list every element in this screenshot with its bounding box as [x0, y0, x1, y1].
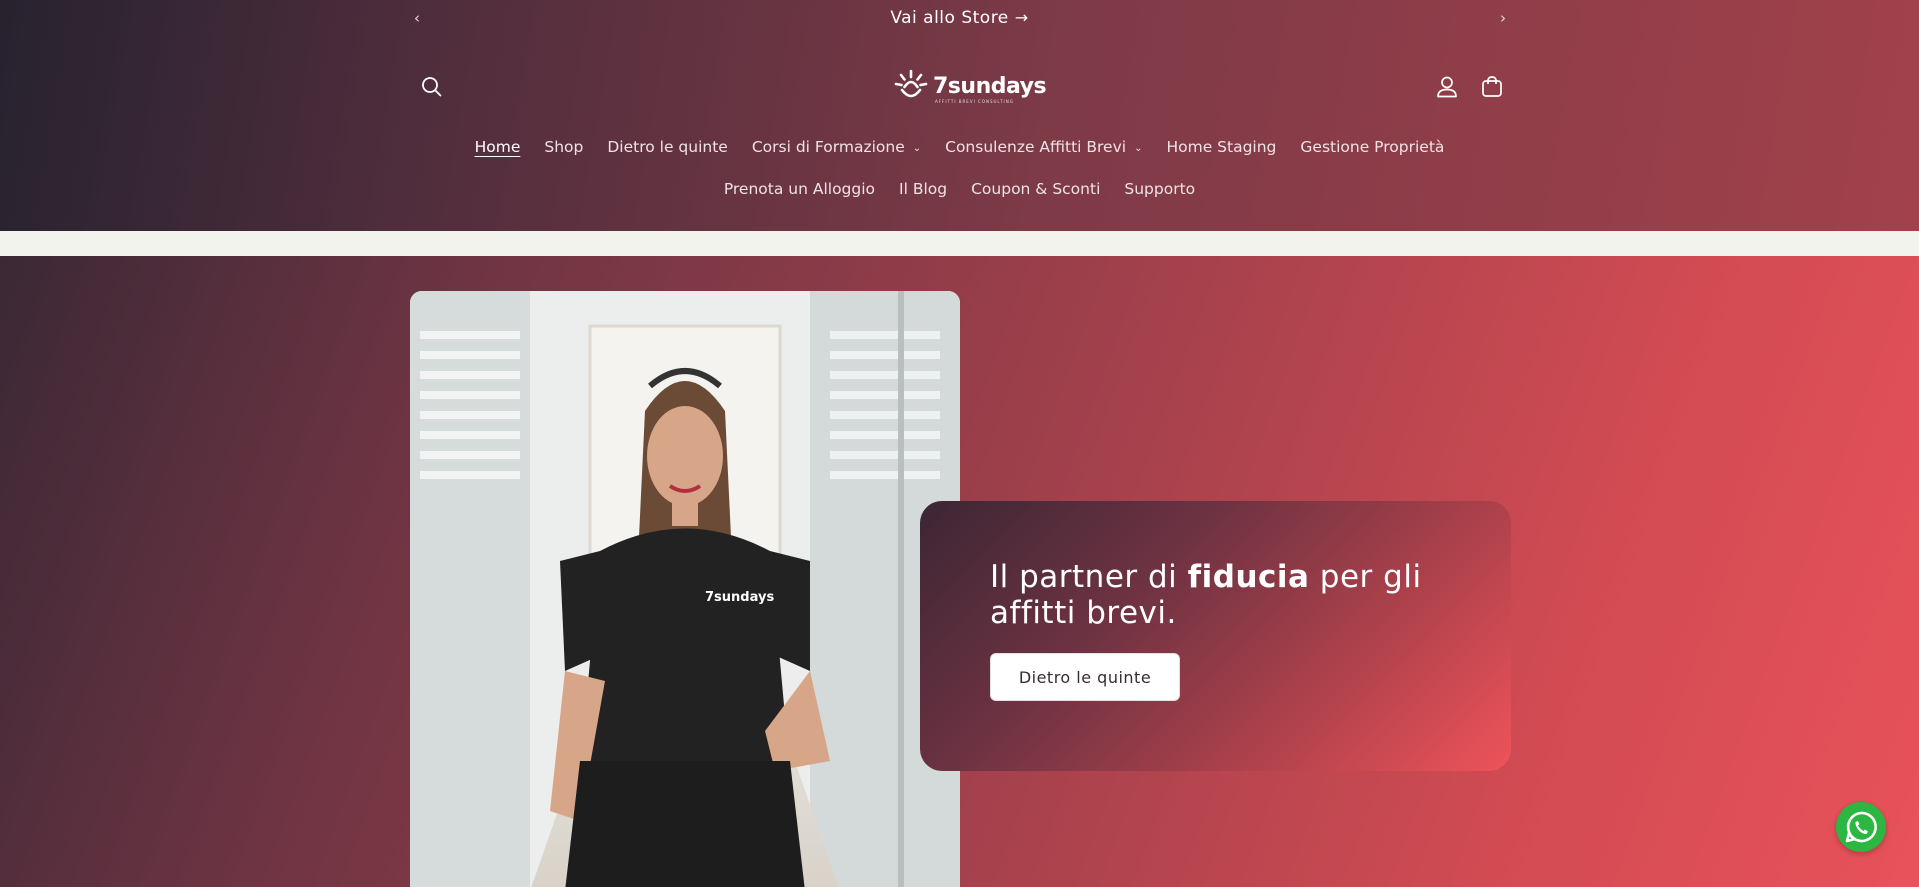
main-nav-row-2: Prenota un Alloggio Il Blog Coupon & Sco… — [0, 180, 1919, 198]
nav-item-label: Consulenze Affitti Brevi — [945, 138, 1127, 156]
arrow-right-icon: → — [1014, 8, 1029, 27]
hero-card: Il partner di fiducia per gli affitti br… — [920, 501, 1511, 771]
logo-text: 7sundays — [933, 74, 1047, 99]
dietro-le-quinte-button[interactable]: Dietro le quinte — [990, 653, 1180, 701]
announcement-text: Vai allo Store — [890, 8, 1009, 28]
cart-icon[interactable] — [1477, 72, 1507, 102]
whatsapp-chat-button[interactable] — [1836, 802, 1886, 852]
whatsapp-icon — [1845, 811, 1877, 843]
announcement-next-button[interactable]: › — [1493, 8, 1513, 28]
main-nav-row-1: Home Shop Dietro le quinte Corsi di Form… — [0, 138, 1919, 156]
nav-item-prenota-un-alloggio[interactable]: Prenota un Alloggio — [724, 180, 875, 198]
nav-item-home[interactable]: Home — [475, 138, 521, 156]
sun-logo-icon — [894, 69, 928, 98]
announcement-bar: ‹ Vai allo Store → › — [0, 0, 1919, 38]
nav-item-consulenze-affitti-brevi[interactable]: Consulenze Affitti Brevi ⌄ — [945, 138, 1142, 156]
hero-heading: Il partner di fiducia per gli affitti br… — [990, 559, 1450, 631]
nav-item-shop[interactable]: Shop — [544, 138, 583, 156]
nav-item-coupon-sconti[interactable]: Coupon & Sconti — [971, 180, 1100, 198]
site-logo[interactable]: 7sundays AFFITTI BREVI CONSULTING — [893, 68, 1047, 108]
nav-item-label: Corsi di Formazione — [751, 138, 905, 156]
chevron-down-icon: ⌄ — [1134, 142, 1143, 154]
hero-heading-bold: fiducia — [1187, 559, 1310, 595]
announcement-link[interactable]: Vai allo Store → — [0, 8, 1919, 28]
shirt-logo: 7sundays — [705, 590, 774, 605]
search-icon[interactable] — [417, 72, 447, 102]
site-header: ‹ Vai allo Store → › 7sundays AFFITTI BRE… — [0, 0, 1919, 231]
nav-item-il-blog[interactable]: Il Blog — [899, 180, 947, 198]
nav-item-home-staging[interactable]: Home Staging — [1166, 138, 1276, 156]
account-icon[interactable] — [1432, 72, 1462, 102]
hero-heading-pre: Il partner di — [990, 559, 1188, 595]
logo-tagline: AFFITTI BREVI CONSULTING — [935, 99, 1014, 104]
nav-item-gestione-proprieta[interactable]: Gestione Proprietà — [1300, 138, 1444, 156]
chevron-down-icon: ⌄ — [912, 142, 922, 154]
hero-photo: 7sundays — [410, 291, 960, 887]
nav-item-dietro-le-quinte[interactable]: Dietro le quinte — [607, 138, 727, 156]
nav-item-supporto[interactable]: Supporto — [1124, 180, 1195, 198]
section-divider — [0, 231, 1919, 256]
nav-item-corsi-di-formazione[interactable]: Corsi di Formazione ⌄ — [752, 138, 921, 156]
hero-section: 7sundays Il partner di fiducia per gli a… — [0, 256, 1919, 887]
